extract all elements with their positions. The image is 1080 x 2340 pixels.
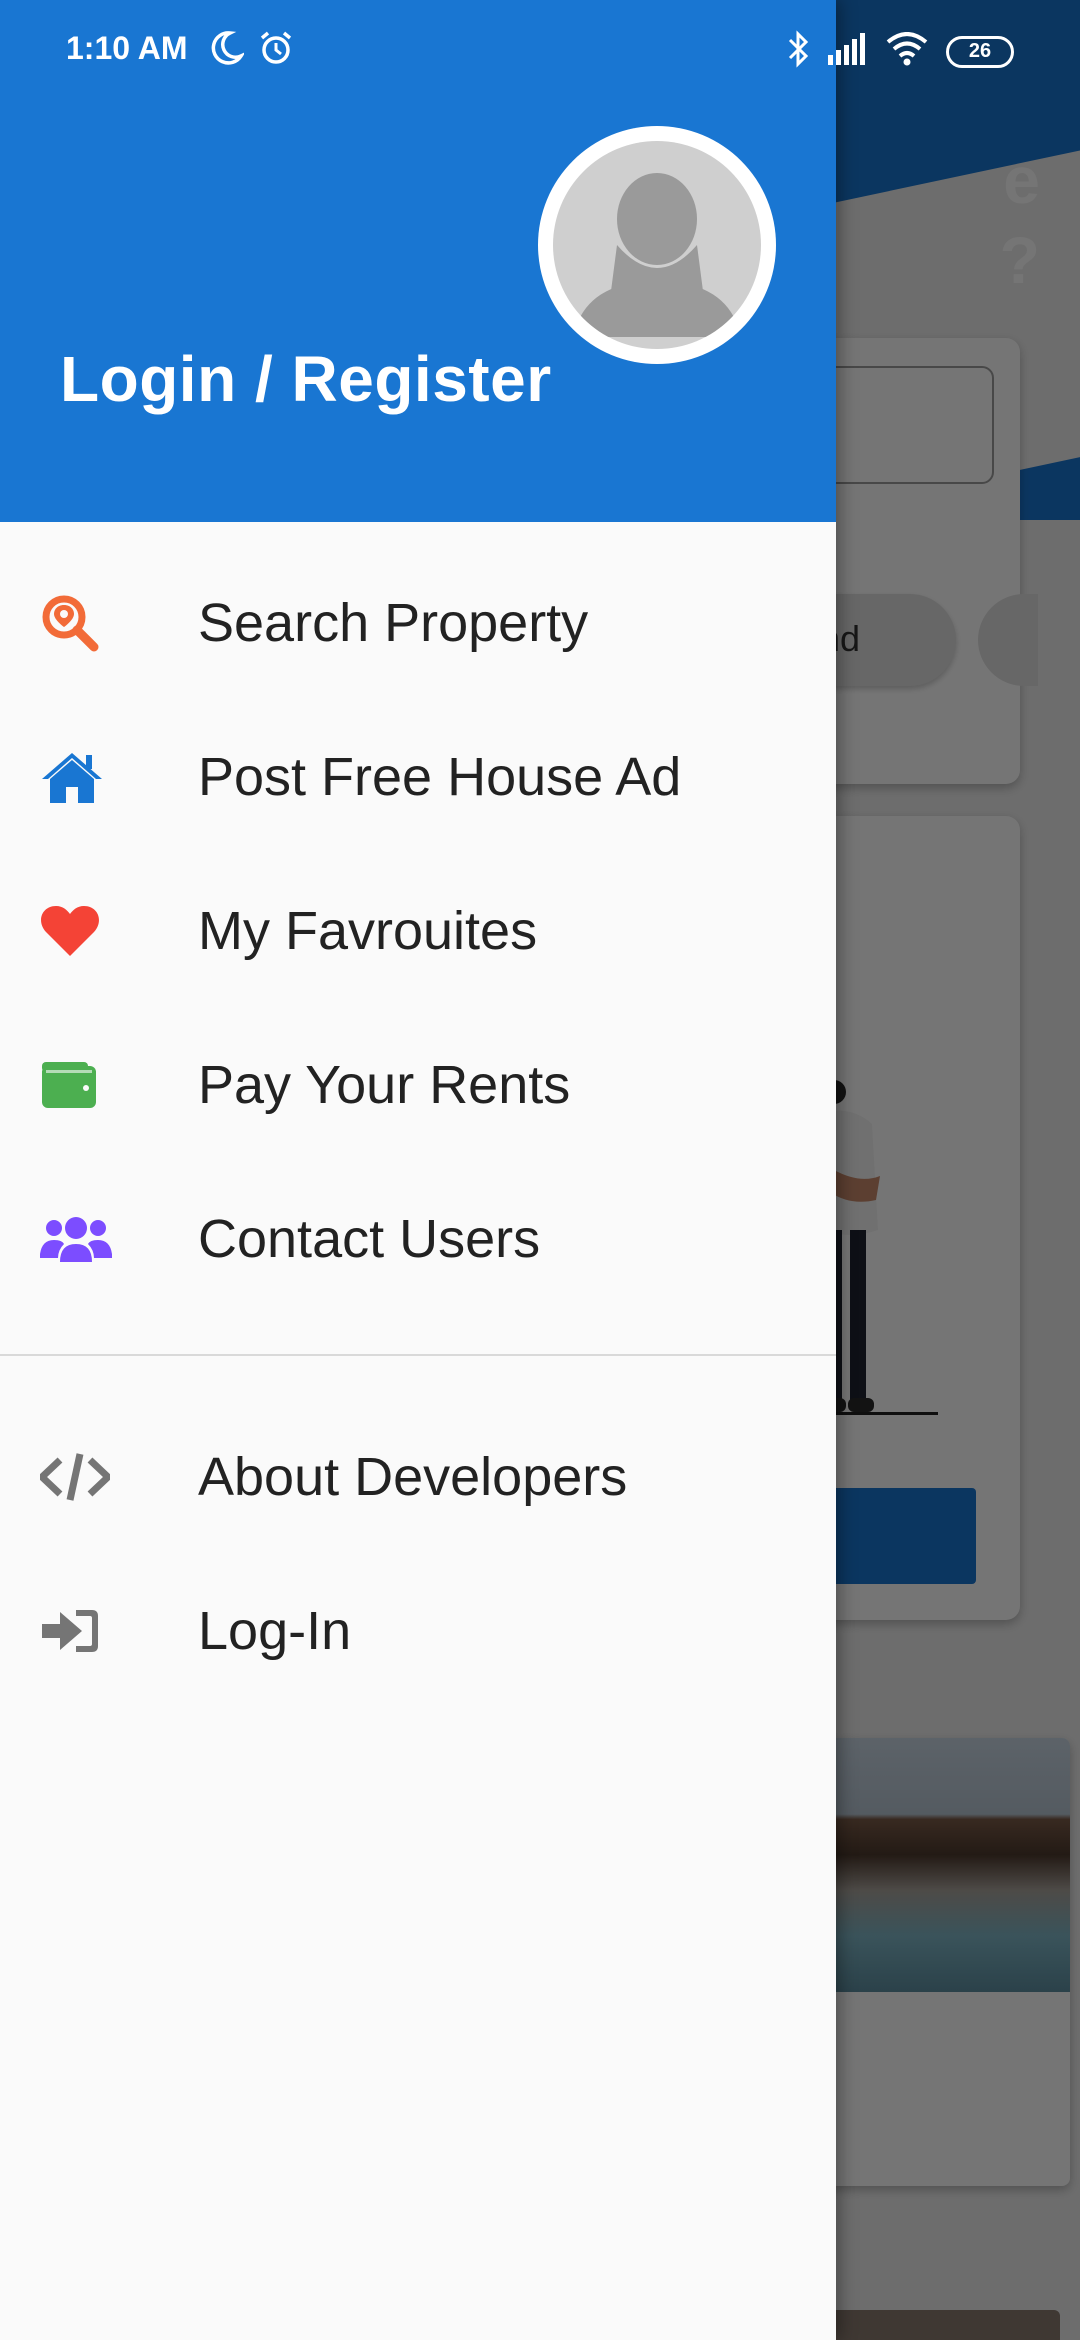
alarm-icon <box>258 30 294 71</box>
navigation-drawer: Login / Register Search Property Post Fr… <box>0 0 836 2340</box>
menu-item-label: Post Free House Ad <box>198 747 682 807</box>
status-time: 1:10 AM <box>66 30 188 66</box>
sign-in-icon <box>40 1599 116 1663</box>
menu-divider <box>0 1354 836 1356</box>
wifi-icon <box>886 32 928 71</box>
heart-icon <box>40 899 116 963</box>
code-icon <box>40 1445 116 1509</box>
menu-item-label: About Developers <box>198 1447 628 1507</box>
menu-item-label: Pay Your Rents <box>198 1055 571 1115</box>
signal-icon <box>828 33 868 70</box>
menu-item-about-developers[interactable]: About Developers <box>0 1400 836 1554</box>
menu-item-pay-your-rents[interactable]: Pay Your Rents <box>0 1008 836 1162</box>
menu-item-label: My Favrouites <box>198 901 538 961</box>
status-bar: 1:10 AM 26 <box>0 0 1080 100</box>
menu-item-label: Search Property <box>198 593 589 653</box>
menu-item-search-property[interactable]: Search Property <box>0 546 836 700</box>
menu-item-my-favourites[interactable]: My Favrouites <box>0 854 836 1008</box>
login-register-title[interactable]: Login / Register <box>60 342 552 416</box>
bluetooth-icon <box>786 30 810 73</box>
menu-item-label: Log-In <box>198 1601 352 1661</box>
menu-item-log-in[interactable]: Log-In <box>0 1554 836 1708</box>
home-icon <box>40 745 116 809</box>
menu-item-contact-users[interactable]: Contact Users <box>0 1162 836 1316</box>
users-icon <box>40 1207 116 1271</box>
search-location-icon <box>40 591 116 655</box>
moon-icon <box>210 30 246 71</box>
menu-item-post-free-house-ad[interactable]: Post Free House Ad <box>0 700 836 854</box>
menu-item-label: Contact Users <box>198 1209 541 1269</box>
battery-icon: 26 <box>946 35 1014 68</box>
default-avatar-icon <box>553 141 761 349</box>
drawer-menu: Search Property Post Free House Ad My Fa… <box>0 546 836 1708</box>
battery-level: 26 <box>968 40 992 62</box>
avatar[interactable] <box>538 126 776 364</box>
wallet-icon <box>40 1053 116 1117</box>
